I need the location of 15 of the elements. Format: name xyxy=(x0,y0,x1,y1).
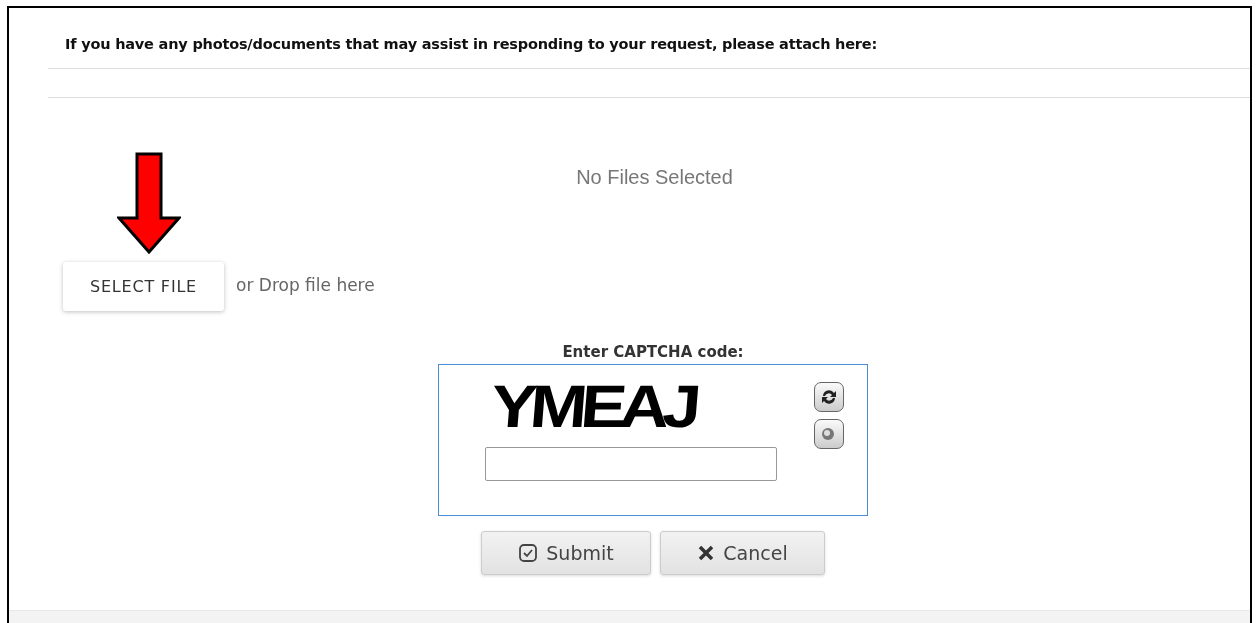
check-icon xyxy=(518,543,539,563)
arrow-down-icon xyxy=(117,152,181,254)
refresh-button[interactable] xyxy=(814,382,844,412)
drop-hint: or Drop file here xyxy=(236,274,375,295)
submit-button[interactable]: Submit xyxy=(481,531,651,575)
refresh-icon xyxy=(819,387,839,407)
section-heading: If you have any photos/documents that may assist in responding to your request, please attach here: xyxy=(65,35,878,53)
captcha-input[interactable] xyxy=(485,447,777,481)
close-icon xyxy=(697,544,716,562)
no-files-text: No Files Selected xyxy=(575,166,734,190)
audio-button[interactable] xyxy=(814,419,844,449)
select-file-button[interactable]: SELECT FILE xyxy=(63,262,224,311)
captcha-code: YMEAJ xyxy=(488,377,697,439)
captcha-label: Enter CAPTCHA code: xyxy=(562,343,744,361)
cancel-button[interactable]: Cancel xyxy=(660,531,825,575)
